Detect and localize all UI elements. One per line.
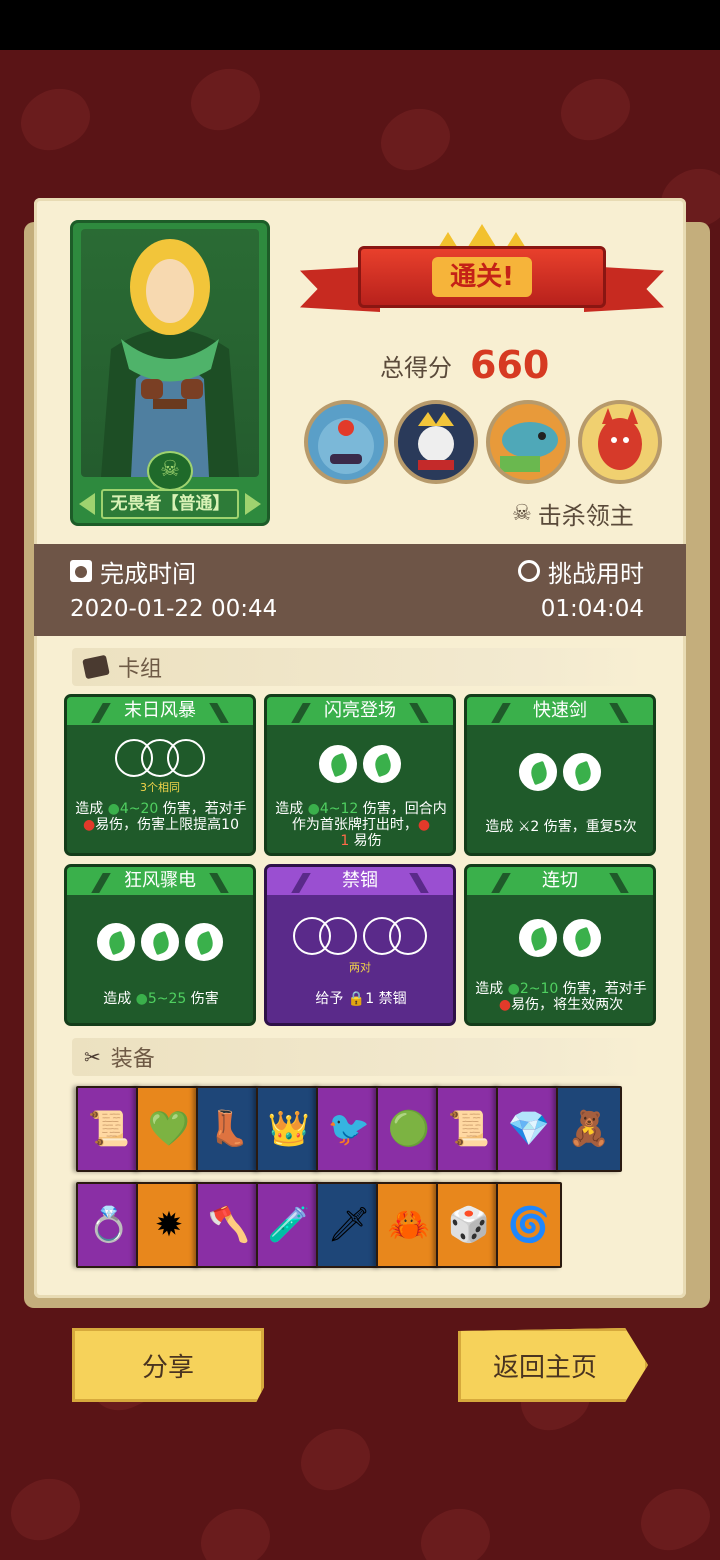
card-gale-lightning[interactable]: 狂风骤电 造成 ●5~25 伤害	[64, 864, 256, 1026]
card-title: 禁锢	[267, 867, 453, 895]
card-imprison[interactable]: 禁锢 两对 给予 🔒1 禁锢	[264, 864, 456, 1026]
hero-card[interactable]: ☠ 无畏者【普通】	[70, 220, 270, 526]
green-die-icon[interactable]: 🎲	[436, 1182, 502, 1268]
green-orb-icon[interactable]: 🟢	[376, 1086, 442, 1172]
green-bird-icon[interactable]: 🐦	[316, 1086, 382, 1172]
die-slot-filled	[519, 919, 557, 957]
die-slot-filled	[563, 919, 601, 957]
die-slot-filled	[319, 745, 357, 783]
deck-header: 卡组	[72, 648, 646, 686]
ring-icon[interactable]: 💍	[76, 1182, 142, 1268]
crystal-icon[interactable]: 💎	[496, 1086, 562, 1172]
share-button[interactable]: 分享	[72, 1328, 264, 1402]
card-title: 快速剑	[467, 697, 653, 725]
hero-portrait	[81, 229, 259, 477]
equipment-header: ✂ 装备	[72, 1038, 646, 1076]
die-slot-filled	[141, 923, 179, 961]
sword-icon: ⚔	[517, 819, 531, 835]
score-row: 总得分 660	[380, 340, 549, 390]
dice-requirement: 两对	[349, 961, 371, 974]
time-strip: 完成时间 2020-01-22 00:44 挑战用时 01:04:04	[34, 544, 686, 636]
card-description: 给予 🔒1 禁锢	[315, 991, 407, 1007]
dice-slots	[267, 745, 453, 783]
finish-time-label: 完成时间	[100, 559, 196, 588]
skull-icon: ☠	[147, 451, 193, 491]
crab-icon[interactable]: 🦀	[376, 1182, 442, 1268]
card-title: 连切	[467, 867, 653, 895]
card-quick-sword[interactable]: 快速剑 造成 ⚔2 伤害，重复5次	[464, 694, 656, 856]
red-demon-boss-icon[interactable]	[578, 400, 662, 484]
equipment-title: 装备	[110, 1047, 155, 1072]
victory-banner: 通关!	[300, 224, 664, 336]
calendar-icon	[70, 560, 92, 582]
cards-icon	[82, 654, 110, 680]
deck-title: 卡组	[118, 657, 163, 682]
card-title: 狂风骤电	[67, 867, 253, 895]
card-description: 造成 ●5~25 伤害	[103, 991, 219, 1007]
scroll-icon[interactable]: 📜	[436, 1086, 502, 1172]
ice-crown-icon[interactable]: 👑	[256, 1086, 322, 1172]
green-gem-icon[interactable]: 💚	[136, 1086, 202, 1172]
finish-time-header: 完成时间	[70, 554, 196, 588]
card-doomsday-storm[interactable]: 末日风暴 3个相同 造成 ●4~20 伤害，若对手●易伤，伤害上限提高10	[64, 694, 256, 856]
voodoo-doll-icon[interactable]: 🧸	[556, 1086, 622, 1172]
blue-ogre-boss-icon[interactable]	[304, 400, 388, 484]
skull-king-boss-icon[interactable]	[394, 400, 478, 484]
dice-slots	[67, 739, 253, 777]
scroll-icon[interactable]: 📜	[76, 1086, 142, 1172]
die-slot-filled	[185, 923, 223, 961]
skull-dagger-icon[interactable]: 🗡	[316, 1182, 382, 1268]
dice-slots	[467, 753, 653, 791]
status-bar	[0, 0, 720, 50]
arrow-left-icon[interactable]	[79, 493, 95, 515]
dice-requirement: 3个相同	[140, 781, 180, 794]
die-slot-empty	[389, 917, 427, 955]
score-label: 总得分	[380, 353, 452, 382]
horned-skull-icon: ☠	[512, 500, 532, 526]
hero-name: 无畏者【普通】	[101, 489, 239, 519]
axe-icon[interactable]: 🪓	[196, 1182, 262, 1268]
home-button[interactable]: 返回主页	[458, 1328, 648, 1402]
card-title: 末日风暴	[67, 697, 253, 725]
die-slot-filled	[97, 923, 135, 961]
card-description: 造成 ●4~20 伤害，若对手●易伤，伤害上限提高10	[75, 801, 247, 833]
lock-icon: 🔒	[347, 991, 366, 1007]
die-slot-filled	[363, 745, 401, 783]
die-slot-empty	[319, 917, 357, 955]
potion-icon[interactable]: 🧪	[256, 1182, 322, 1268]
card-description: 造成 ●4~12 伤害，回合内作为首张牌打出时，● 1 易伤	[275, 801, 447, 849]
spiked-ball-icon[interactable]: ✹	[136, 1182, 202, 1268]
boss-portraits	[304, 400, 664, 486]
die-slot-empty	[167, 739, 205, 777]
banner-body: 通关!	[358, 246, 606, 308]
home-label: 返回主页	[492, 1352, 597, 1383]
kill-label-text: 击杀领主	[537, 501, 634, 530]
dice-slots	[467, 919, 653, 957]
card-description: 造成 ⚔2 伤害，重复5次	[485, 819, 637, 835]
fish-king-boss-icon[interactable]	[486, 400, 570, 484]
card-shining-entrance[interactable]: 闪亮登场 造成 ●4~12 伤害，回合内作为首张牌打出时，● 1 易伤	[264, 694, 456, 856]
banner-title: 通关!	[432, 257, 532, 297]
duration-value: 01:04:04	[540, 596, 644, 622]
die-slot-filled	[563, 753, 601, 791]
duration-header: 挑战用时	[518, 554, 644, 588]
card-description: 造成 ●2~10 伤害，若对手●易伤，将生效两次	[475, 981, 647, 1013]
kill-lord-label: ☠ 击杀领主	[512, 496, 634, 530]
share-label: 分享	[141, 1352, 194, 1383]
card-combo-slash[interactable]: 连切 造成 ●2~10 伤害，若对手●易伤，将生效两次	[464, 864, 656, 1026]
finish-time-value: 2020-01-22 00:44	[70, 596, 278, 622]
dice-slots	[267, 917, 453, 955]
crossed-tools-icon: ✂	[84, 1045, 101, 1069]
duration-label: 挑战用时	[548, 559, 644, 588]
arrow-right-icon[interactable]	[245, 493, 261, 515]
die-slot-filled	[519, 753, 557, 791]
stopwatch-icon	[518, 560, 540, 582]
score-value: 660	[470, 343, 550, 387]
dice-slots	[67, 923, 253, 961]
card-title: 闪亮登场	[267, 697, 453, 725]
boot-icon[interactable]: 👢	[196, 1086, 262, 1172]
swirl-icon[interactable]: 🌀	[496, 1182, 562, 1268]
